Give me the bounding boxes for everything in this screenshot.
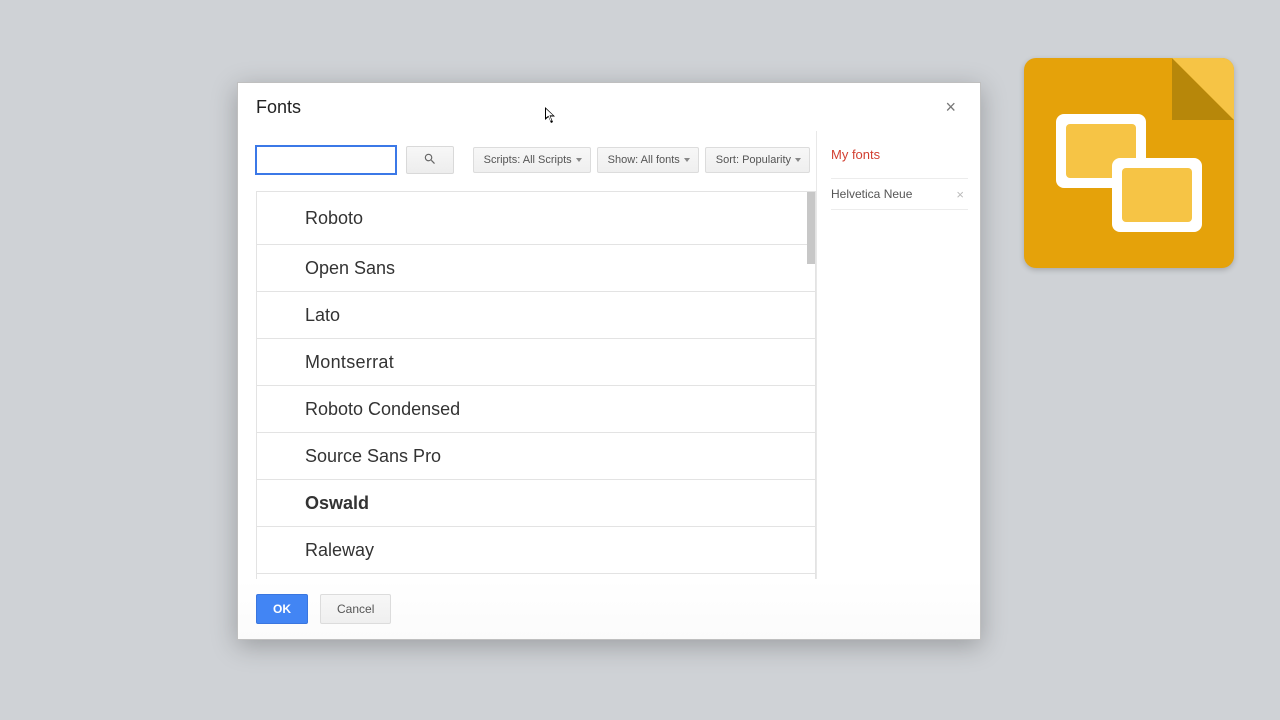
- font-list-item[interactable]: Roboto: [257, 192, 815, 245]
- font-list-item[interactable]: Open Sans: [257, 245, 815, 292]
- slides-icon-front: [1112, 158, 1202, 232]
- cancel-button[interactable]: Cancel: [320, 594, 391, 624]
- dialog-footer: OK Cancel: [238, 579, 980, 639]
- chevron-down-icon: [684, 158, 690, 162]
- font-name: Source Sans Pro: [305, 446, 441, 467]
- search-icon: [423, 152, 437, 169]
- font-list-item[interactable]: Roboto Condensed: [257, 386, 815, 433]
- font-list-item[interactable]: Oswald: [257, 480, 815, 527]
- font-list[interactable]: Roboto Open Sans Lato Montserrat Roboto …: [256, 191, 816, 579]
- font-name: Raleway: [305, 540, 374, 561]
- chevron-down-icon: [795, 158, 801, 162]
- remove-font-icon[interactable]: ×: [952, 185, 968, 204]
- dialog-title: Fonts: [256, 97, 301, 118]
- font-name: Roboto: [305, 208, 363, 229]
- my-fonts-item-label: Helvetica Neue: [831, 187, 912, 201]
- fonts-dialog: Fonts × Scripts: All Scripts S: [237, 82, 981, 640]
- ok-button[interactable]: OK: [256, 594, 308, 624]
- sort-filter-label: Sort: Popularity: [716, 154, 791, 166]
- dialog-header: Fonts ×: [238, 83, 980, 131]
- font-search-input[interactable]: [256, 146, 396, 174]
- fonts-toolbar: Scripts: All Scripts Show: All fonts Sor…: [256, 143, 816, 177]
- fonts-left-panel: Scripts: All Scripts Show: All fonts Sor…: [238, 131, 816, 579]
- font-list-item[interactable]: Raleway: [257, 527, 815, 574]
- my-fonts-panel: My fonts Helvetica Neue ×: [816, 131, 980, 579]
- filter-group: Scripts: All Scripts Show: All fonts Sor…: [473, 147, 816, 173]
- font-name: Oswald: [305, 493, 369, 514]
- search-button[interactable]: [406, 146, 454, 174]
- scripts-filter-label: Scripts: All Scripts: [484, 154, 572, 166]
- dialog-body: Scripts: All Scripts Show: All fonts Sor…: [238, 131, 980, 579]
- show-filter[interactable]: Show: All fonts: [597, 147, 699, 173]
- font-name: Open Sans: [305, 258, 395, 279]
- my-fonts-title: My fonts: [831, 147, 968, 178]
- chevron-down-icon: [576, 158, 582, 162]
- scripts-filter[interactable]: Scripts: All Scripts: [473, 147, 591, 173]
- google-slides-logo: [1024, 58, 1234, 268]
- font-name: Lato: [305, 305, 340, 326]
- close-icon[interactable]: ×: [939, 94, 962, 120]
- font-list-item[interactable]: Source Sans Pro: [257, 433, 815, 480]
- show-filter-label: Show: All fonts: [608, 154, 680, 166]
- scrollbar-thumb[interactable]: [807, 192, 815, 264]
- font-name: Montserrat: [305, 352, 394, 373]
- font-list-item[interactable]: Montserrat: [257, 339, 815, 386]
- font-name: Roboto Condensed: [305, 399, 460, 420]
- font-list-item[interactable]: Lato: [257, 292, 815, 339]
- sort-filter[interactable]: Sort: Popularity: [705, 147, 810, 173]
- my-fonts-item[interactable]: Helvetica Neue ×: [831, 178, 968, 210]
